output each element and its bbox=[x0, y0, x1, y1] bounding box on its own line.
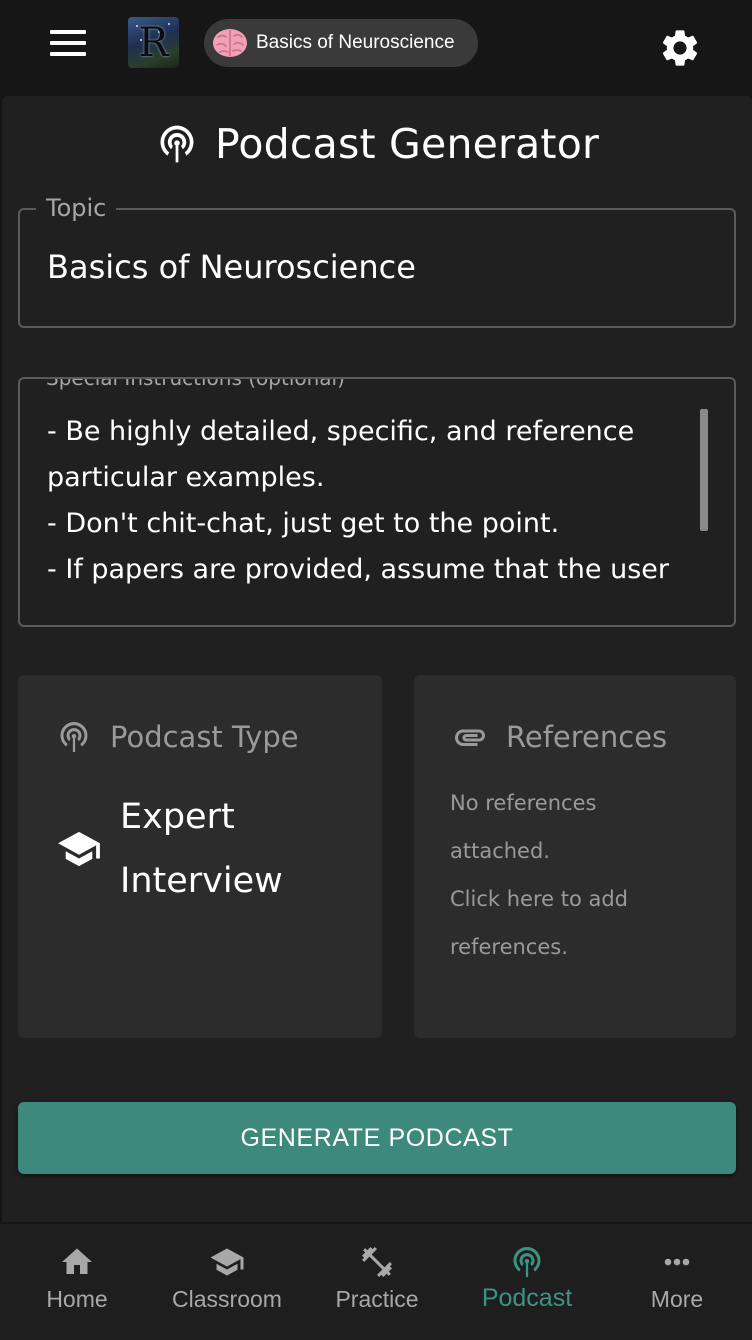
podcast-type-label-line2: Interview bbox=[120, 861, 283, 901]
paperclip-icon bbox=[455, 729, 485, 746]
more-icon bbox=[664, 1258, 690, 1266]
instructions-textarea[interactable]: - Be highly detailed, specific, and refe… bbox=[47, 409, 707, 593]
podcast-type-heading: Podcast Type bbox=[110, 720, 299, 754]
app-logo[interactable]: R bbox=[128, 17, 179, 68]
home-icon bbox=[62, 1248, 92, 1274]
nav-label-classroom: Classroom bbox=[172, 1286, 282, 1312]
topic-field-label: Topic bbox=[36, 194, 117, 222]
instructions-field-label: Special Instructions (optional) bbox=[36, 379, 355, 390]
podcast-icon bbox=[513, 1247, 541, 1277]
instructions-field[interactable]: Special Instructions (optional) - Be hig… bbox=[18, 377, 736, 627]
references-line: references. bbox=[450, 935, 568, 959]
podcast-type-value[interactable]: Expert Interview bbox=[56, 785, 320, 913]
top-app-bar: R Basics of Neuroscience bbox=[0, 0, 752, 96]
bottom-navigation: Home Classroom Practice Podcast More bbox=[0, 1222, 752, 1340]
references-line: Click here to add bbox=[450, 887, 628, 911]
topic-chip[interactable]: Basics of Neuroscience bbox=[204, 19, 478, 67]
page-title: Podcast Generator bbox=[214, 120, 600, 168]
instructions-line: - Don't chit-chat, just get to the point… bbox=[47, 508, 560, 539]
references-empty-message: No references attached. Click here to ad… bbox=[450, 779, 700, 971]
school-icon bbox=[58, 831, 100, 867]
instructions-line: - If papers are provided, assume that th… bbox=[47, 554, 669, 585]
nav-item-practice[interactable]: Practice bbox=[302, 1224, 452, 1334]
menu-icon[interactable] bbox=[50, 30, 86, 56]
school-icon bbox=[210, 1248, 244, 1276]
nav-label-more: More bbox=[650, 1286, 704, 1312]
generate-podcast-button[interactable]: GENERATE PODCAST bbox=[18, 1102, 736, 1174]
page-header: Podcast Generator bbox=[2, 118, 752, 170]
dumbbell-icon bbox=[362, 1247, 392, 1277]
nav-item-podcast[interactable]: Podcast bbox=[452, 1224, 602, 1334]
app-logo-letter: R bbox=[138, 19, 169, 66]
references-heading: References bbox=[506, 720, 668, 754]
gear-icon[interactable] bbox=[658, 26, 702, 70]
references-line: No references bbox=[450, 791, 597, 815]
references-card[interactable]: References No references attached. Click… bbox=[414, 675, 736, 1038]
brain-icon bbox=[213, 29, 247, 57]
instructions-line: - Be highly detailed, specific, and refe… bbox=[47, 416, 635, 447]
instructions-scrollbar[interactable] bbox=[700, 409, 708, 531]
instructions-line: particular examples. bbox=[47, 462, 325, 493]
nav-item-classroom[interactable]: Classroom bbox=[152, 1224, 302, 1334]
nav-label-podcast: Podcast bbox=[481, 1284, 573, 1312]
nav-label-practice: Practice bbox=[335, 1286, 419, 1312]
podcast-type-header: Podcast Type bbox=[56, 719, 299, 755]
topic-chip-label: Basics of Neuroscience bbox=[256, 32, 455, 53]
references-header: References bbox=[452, 719, 667, 755]
nav-label-home: Home bbox=[46, 1286, 108, 1312]
podcast-type-label-line1: Expert bbox=[120, 797, 235, 837]
generate-podcast-label: GENERATE PODCAST bbox=[240, 1123, 514, 1152]
topic-field[interactable]: Topic Basics of Neuroscience bbox=[18, 194, 736, 328]
nav-item-more[interactable]: More bbox=[602, 1224, 752, 1334]
references-line: attached. bbox=[450, 839, 550, 863]
topic-input[interactable]: Basics of Neuroscience bbox=[47, 248, 416, 286]
podcast-icon bbox=[160, 125, 194, 163]
nav-item-home[interactable]: Home bbox=[2, 1224, 152, 1334]
podcast-type-card[interactable]: Podcast Type Expert Interview bbox=[18, 675, 382, 1038]
podcast-icon bbox=[60, 722, 88, 752]
main-content: Podcast Generator Topic Basics of Neuros… bbox=[2, 96, 752, 1222]
